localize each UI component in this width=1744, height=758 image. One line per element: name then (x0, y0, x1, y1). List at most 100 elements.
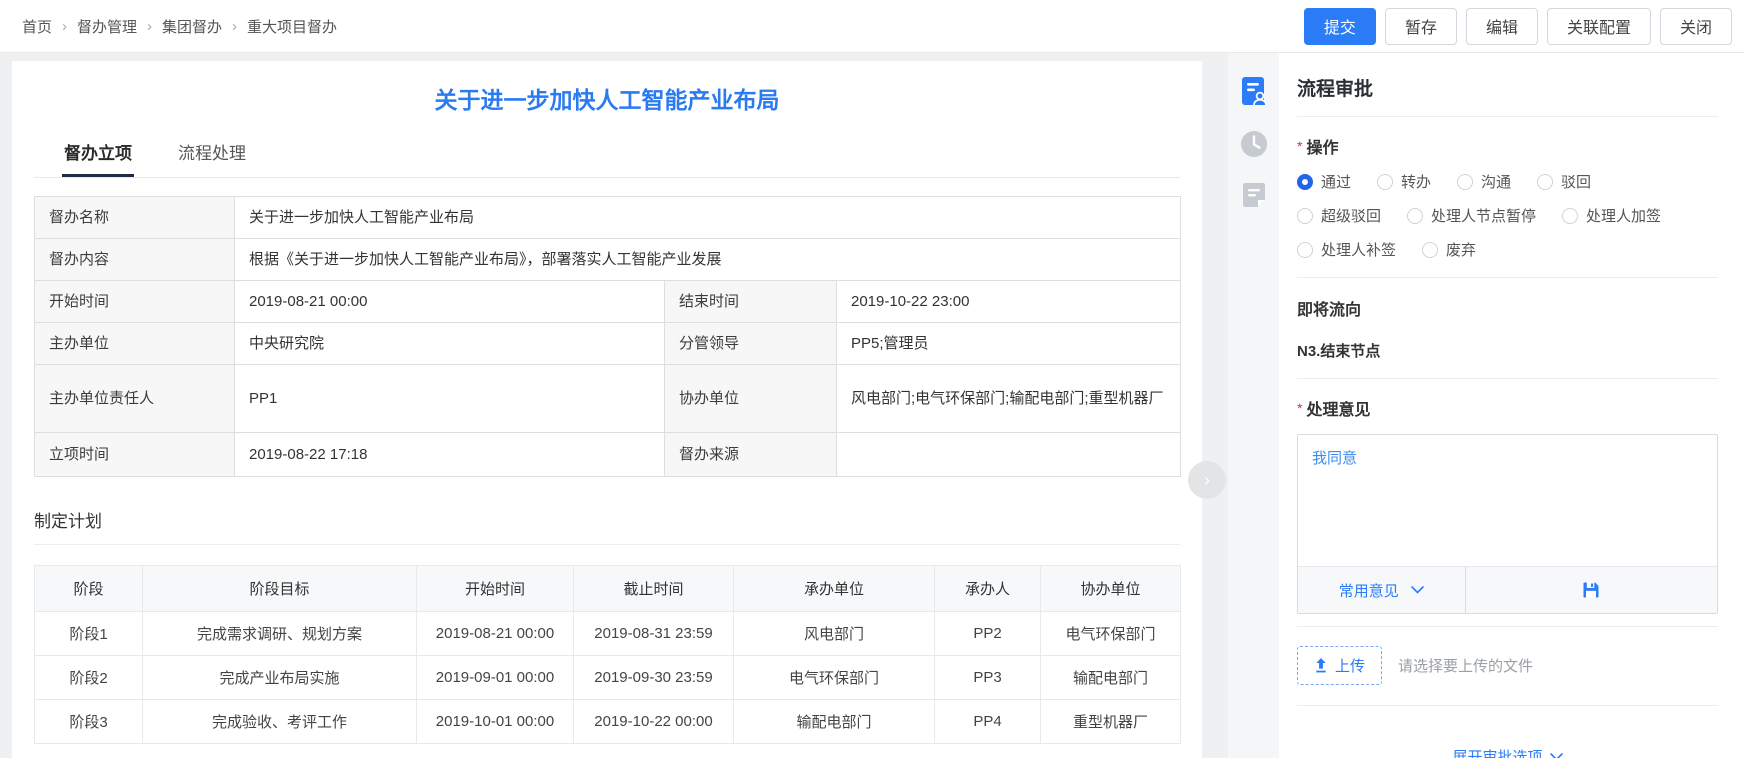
field-value: PP5;管理员 (837, 323, 1181, 365)
radio-option-label: 转办 (1401, 171, 1431, 192)
radio-option-处理人节点暂停[interactable]: 处理人节点暂停 (1407, 205, 1536, 226)
plan-cell: 阶段1 (35, 612, 143, 656)
chevron-down-icon (1411, 586, 1424, 594)
submit-button[interactable]: 提交 (1304, 8, 1376, 45)
radio-row: 通过 转办 沟通 驳回 (1297, 171, 1718, 192)
breadcrumb-item[interactable]: 重大项目督办 (247, 16, 337, 37)
breadcrumb-item[interactable]: 首页 (22, 16, 52, 37)
radio-option-处理人加签[interactable]: 处理人加签 (1562, 205, 1661, 226)
chevron-down-icon (1550, 753, 1563, 758)
breadcrumb-item[interactable]: 督办管理 (77, 16, 137, 37)
radio-option-转办[interactable]: 转办 (1377, 171, 1431, 192)
breadcrumb: 首页›督办管理›集团督办›重大项目督办 (22, 16, 337, 37)
radio-option-废弃[interactable]: 废弃 (1422, 239, 1476, 260)
required-mark: * (1297, 400, 1302, 416)
tab-supervise-setup[interactable]: 督办立项 (62, 133, 134, 177)
panel-gap: › (1202, 53, 1228, 758)
close-button[interactable]: 关闭 (1660, 8, 1732, 45)
field-label: 开始时间 (35, 281, 235, 323)
field-label: 协办单位 (665, 365, 837, 433)
expand-approval-options-link[interactable]: 展开审批选项 (1297, 746, 1718, 758)
radio-unselected-icon (1562, 208, 1578, 224)
radio-unselected-icon (1297, 242, 1313, 258)
section-divider (1297, 277, 1718, 278)
radio-option-label: 处理人加签 (1586, 205, 1661, 226)
radio-selected-icon (1297, 174, 1313, 190)
approval-panel: 流程审批 *操作 通过 转办 沟通 驳回超级驳回 处理人节点暂停 处理人加签处理人补签 废弃… (1279, 53, 1744, 758)
field-value: 2019-08-22 17:18 (235, 433, 665, 477)
field-value (837, 433, 1181, 477)
radio-option-label: 处理人补签 (1321, 239, 1396, 260)
plan-header-row: 阶段阶段目标开始时间截止时间承办单位承办人协办单位 (35, 566, 1181, 612)
radio-unselected-icon (1422, 242, 1438, 258)
plan-cell: 2019-08-21 00:00 (417, 612, 574, 656)
field-value: 2019-08-21 00:00 (235, 281, 665, 323)
next-flow-value: N3.结束节点 (1297, 340, 1718, 361)
plan-cell: 电气环保部门 (1041, 612, 1181, 656)
plan-table-row: 阶段1完成需求调研、规划方案2019-08-21 00:002019-08-31… (35, 612, 1181, 656)
radio-option-处理人补签[interactable]: 处理人补签 (1297, 239, 1396, 260)
tab-process-handling[interactable]: 流程处理 (176, 133, 248, 177)
collapse-panel-handle[interactable]: › (1188, 461, 1226, 499)
radio-row: 处理人补签 废弃 (1297, 239, 1718, 260)
field-label: 督办来源 (665, 433, 837, 477)
plan-cell: 电气环保部门 (734, 656, 935, 700)
approval-panel-title: 流程审批 (1297, 74, 1718, 117)
plan-cell: 2019-09-30 23:59 (574, 656, 734, 700)
field-label: 主办单位 (35, 323, 235, 365)
field-label: 督办名称 (35, 197, 235, 239)
opinion-textarea[interactable]: 我同意 (1298, 435, 1717, 566)
field-label: 分管领导 (665, 323, 837, 365)
plan-cell: 2019-10-22 00:00 (574, 700, 734, 744)
breadcrumb-separator: › (147, 18, 152, 35)
radio-option-超级驳回[interactable]: 超级驳回 (1297, 205, 1381, 226)
save-draft-button[interactable]: 暂存 (1385, 8, 1457, 45)
plan-table-row: 阶段3完成验收、考评工作2019-10-01 00:002019-10-22 0… (35, 700, 1181, 744)
radio-option-驳回[interactable]: 驳回 (1537, 171, 1591, 192)
field-value: PP1 (235, 365, 665, 433)
radio-unselected-icon (1297, 208, 1313, 224)
edit-button[interactable]: 编辑 (1466, 8, 1538, 45)
field-value: 2019-10-22 23:00 (837, 281, 1181, 323)
opinion-box: 我同意 常用意见 (1297, 434, 1718, 614)
plan-cell: 风电部门 (734, 612, 935, 656)
radio-unselected-icon (1457, 174, 1473, 190)
plan-cell: PP4 (935, 700, 1041, 744)
plan-column-header: 承办人 (935, 566, 1041, 612)
radio-option-通过[interactable]: 通过 (1297, 171, 1351, 192)
radio-option-label: 废弃 (1446, 239, 1476, 260)
plan-column-header: 承办单位 (734, 566, 935, 612)
plan-section-title: 制定计划 (34, 507, 1180, 545)
radio-option-label: 沟通 (1481, 171, 1511, 192)
radio-option-label: 处理人节点暂停 (1431, 205, 1536, 226)
section-divider (1297, 705, 1718, 706)
field-label: 结束时间 (665, 281, 837, 323)
supervise-info-table: 督办名称 关于进一步加快人工智能产业布局 督办内容 根据《关于进一步加快人工智能… (34, 196, 1181, 477)
upload-button[interactable]: 上传 (1297, 646, 1382, 685)
plan-column-header: 阶段目标 (143, 566, 417, 612)
page-title: 关于进一步加快人工智能产业布局 (34, 81, 1180, 115)
plan-cell: 2019-10-01 00:00 (417, 700, 574, 744)
toolbar: 提交暂存编辑关联配置关闭 (1304, 8, 1732, 45)
field-value: 风电部门;电气环保部门;输配电部门;重型机器厂 (837, 365, 1181, 433)
history-clock-icon[interactable] (1239, 129, 1269, 159)
common-opinions-dropdown[interactable]: 常用意见 (1298, 567, 1466, 613)
side-icon-strip (1228, 53, 1279, 758)
plan-body: 阶段1完成需求调研、规划方案2019-08-21 00:002019-08-31… (35, 612, 1181, 744)
approval-flow-icon[interactable] (1238, 75, 1270, 107)
radio-row: 超级驳回 处理人节点暂停 处理人加签 (1297, 205, 1718, 226)
opinion-note-icon[interactable] (1240, 181, 1268, 209)
plan-cell: 输配电部门 (734, 700, 935, 744)
radio-option-label: 驳回 (1561, 171, 1591, 192)
breadcrumb-item[interactable]: 集团督办 (162, 16, 222, 37)
tab-bar: 督办立项 流程处理 (34, 133, 1180, 178)
plan-column-header: 阶段 (35, 566, 143, 612)
field-label: 主办单位责任人 (35, 365, 235, 433)
radio-option-沟通[interactable]: 沟通 (1457, 171, 1511, 192)
plan-cell: 完成验收、考评工作 (143, 700, 417, 744)
operation-label: *操作 (1297, 134, 1718, 158)
related-config-button[interactable]: 关联配置 (1547, 8, 1651, 45)
field-label: 督办内容 (35, 239, 235, 281)
save-opinion-button[interactable] (1466, 567, 1717, 613)
upload-icon (1314, 658, 1328, 673)
